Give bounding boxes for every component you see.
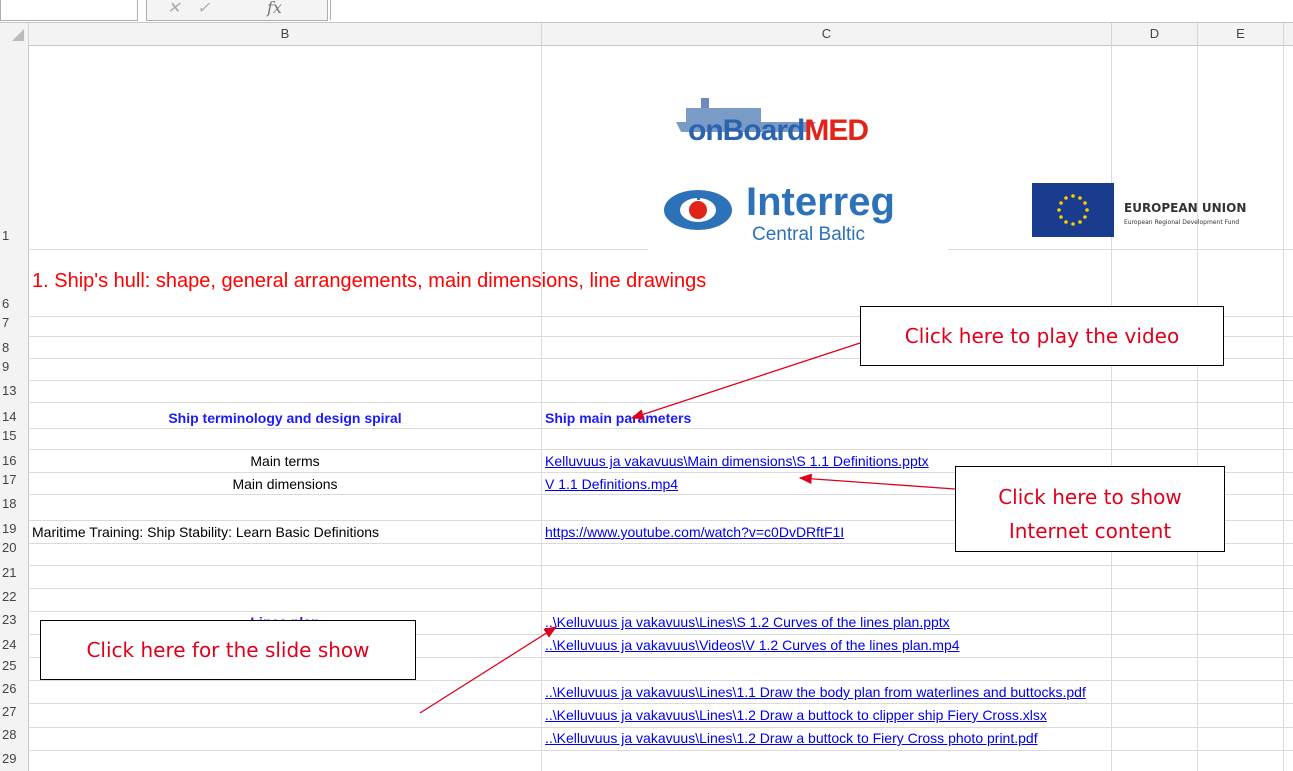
interreg-subtitle: Central Baltic (752, 224, 865, 245)
row-header-9[interactable]: 9 (0, 359, 28, 374)
callout-slide-show-text: Click here for the slide show (86, 638, 370, 662)
row-header-21[interactable]: 21 (0, 565, 28, 580)
gridline (28, 750, 1293, 751)
row-header-14[interactable]: 14 (0, 409, 28, 424)
row-header-15[interactable]: 15 (0, 428, 28, 443)
link-c26[interactable]: ..\Kelluvuus ja vakavuus\Lines\1.1 Draw … (545, 684, 1086, 700)
arrow-to-internet (798, 473, 956, 490)
header-ship-main-parameters[interactable]: Ship main parameters (545, 410, 691, 426)
column-header-e[interactable]: E (1198, 23, 1284, 45)
row-header-20[interactable]: 20 (0, 540, 28, 555)
callout-play-video-text: Click here to play the video (904, 324, 1180, 348)
row-header-18[interactable]: 18 (0, 496, 28, 511)
gridline (28, 611, 1293, 612)
link-c16[interactable]: Kelluvuus ja vakavuus\Main dimensions\S … (545, 453, 929, 469)
link-c24[interactable]: ..\Kelluvuus ja vakavuus\Videos\V 1.2 Cu… (545, 637, 960, 653)
row-header-23[interactable]: 23 (0, 612, 28, 627)
eu-title: EUROPEAN UNION (1124, 201, 1247, 215)
row-header-bar: 1 6 7 8 9 13 14 15 16 17 18 19 20 21 22 … (0, 45, 29, 771)
row-header-24[interactable]: 24 (0, 637, 28, 652)
arrow-to-slides (419, 626, 558, 714)
link-c27[interactable]: ..\Kelluvuus ja vakavuus\Lines\1.2 Draw … (545, 707, 1047, 723)
gridline (28, 428, 1293, 429)
column-header-c[interactable]: C (542, 23, 1112, 45)
formula-buttons: ✕ ✓ fx (146, 0, 328, 21)
gridline (541, 45, 542, 771)
callout-internet-text-2: Internet content (1008, 519, 1172, 543)
eu-logo: EUROPEAN UNION European Regional Develop… (1032, 183, 1276, 237)
gridline (1111, 45, 1112, 771)
row-header-29[interactable]: 29 (0, 751, 28, 766)
row-header-7[interactable]: 7 (0, 315, 28, 330)
interreg-logo: Interreg Central Baltic (648, 178, 948, 250)
gridline (28, 380, 1293, 381)
gridline (28, 449, 1293, 450)
cell-b16[interactable]: Main terms (29, 453, 541, 469)
cell-b17[interactable]: Main dimensions (29, 476, 541, 492)
gridline (1197, 45, 1198, 771)
gridline (28, 727, 1293, 728)
row-header-13[interactable]: 13 (0, 383, 28, 398)
select-all-corner[interactable] (0, 23, 29, 45)
column-header-d[interactable]: D (1112, 23, 1198, 45)
sheet-title[interactable]: 1. Ship's hull: shape, general arrangeme… (32, 270, 706, 293)
row-header-27[interactable]: 27 (0, 704, 28, 719)
column-header-bar: B C D E (0, 23, 1293, 46)
callout-internet-content: Click here to show Internet content (955, 466, 1225, 552)
callout-slide-show: Click here for the slide show (40, 620, 416, 680)
cell-b19[interactable]: Maritime Training: Ship Stability: Learn… (32, 524, 379, 540)
logo-text-med: MED (804, 114, 869, 147)
gridline (1283, 45, 1284, 771)
interreg-eye-icon (664, 190, 732, 230)
gridline (28, 588, 1293, 589)
gridline (28, 703, 1293, 704)
interreg-title: Interreg (746, 180, 895, 224)
row-header-17[interactable]: 17 (0, 472, 28, 487)
link-c19[interactable]: https://www.youtube.com/watch?v=c0DvDRft… (545, 524, 844, 540)
formula-input[interactable] (330, 0, 1293, 20)
fx-icon[interactable]: fx (267, 0, 282, 17)
link-c23[interactable]: ..\Kelluvuus ja vakavuus\Lines\S 1.2 Cur… (545, 614, 950, 630)
gridline (28, 680, 1293, 681)
row-header-16[interactable]: 16 (0, 453, 28, 468)
header-ship-terminology[interactable]: Ship terminology and design spiral (29, 410, 541, 426)
logo-text-on: on (688, 114, 724, 147)
callout-internet-text-1: Click here to show (998, 485, 1182, 509)
row-header-28[interactable]: 28 (0, 727, 28, 742)
row-header-26[interactable]: 26 (0, 681, 28, 696)
row-header-25[interactable]: 25 (0, 658, 28, 673)
select-all-icon (12, 29, 24, 41)
column-header-b[interactable]: B (29, 23, 542, 45)
name-box[interactable] (0, 0, 138, 21)
row-header-19[interactable]: 19 (0, 521, 28, 536)
row-header-8[interactable]: 8 (0, 340, 28, 355)
eu-flag-icon (1032, 183, 1114, 237)
onboardmed-logo: onBoardMED (676, 96, 876, 156)
link-c28[interactable]: ..\Kelluvuus ja vakavuus\Lines\1.2 Draw … (545, 730, 1038, 746)
link-c17[interactable]: V 1.1 Definitions.mp4 (545, 476, 678, 492)
gridline (28, 565, 1293, 566)
enter-icon[interactable]: ✓ (197, 0, 210, 17)
cancel-icon[interactable]: ✕ (167, 0, 180, 17)
row-header-6[interactable]: 6 (0, 296, 28, 311)
row-header-1[interactable]: 1 (0, 228, 28, 243)
row-header-22[interactable]: 22 (0, 589, 28, 604)
logo-text-board: Board (722, 114, 806, 147)
gridline (28, 402, 1293, 403)
eu-subtitle: European Regional Development Fund (1124, 219, 1240, 226)
callout-play-video: Click here to play the video (860, 306, 1224, 366)
